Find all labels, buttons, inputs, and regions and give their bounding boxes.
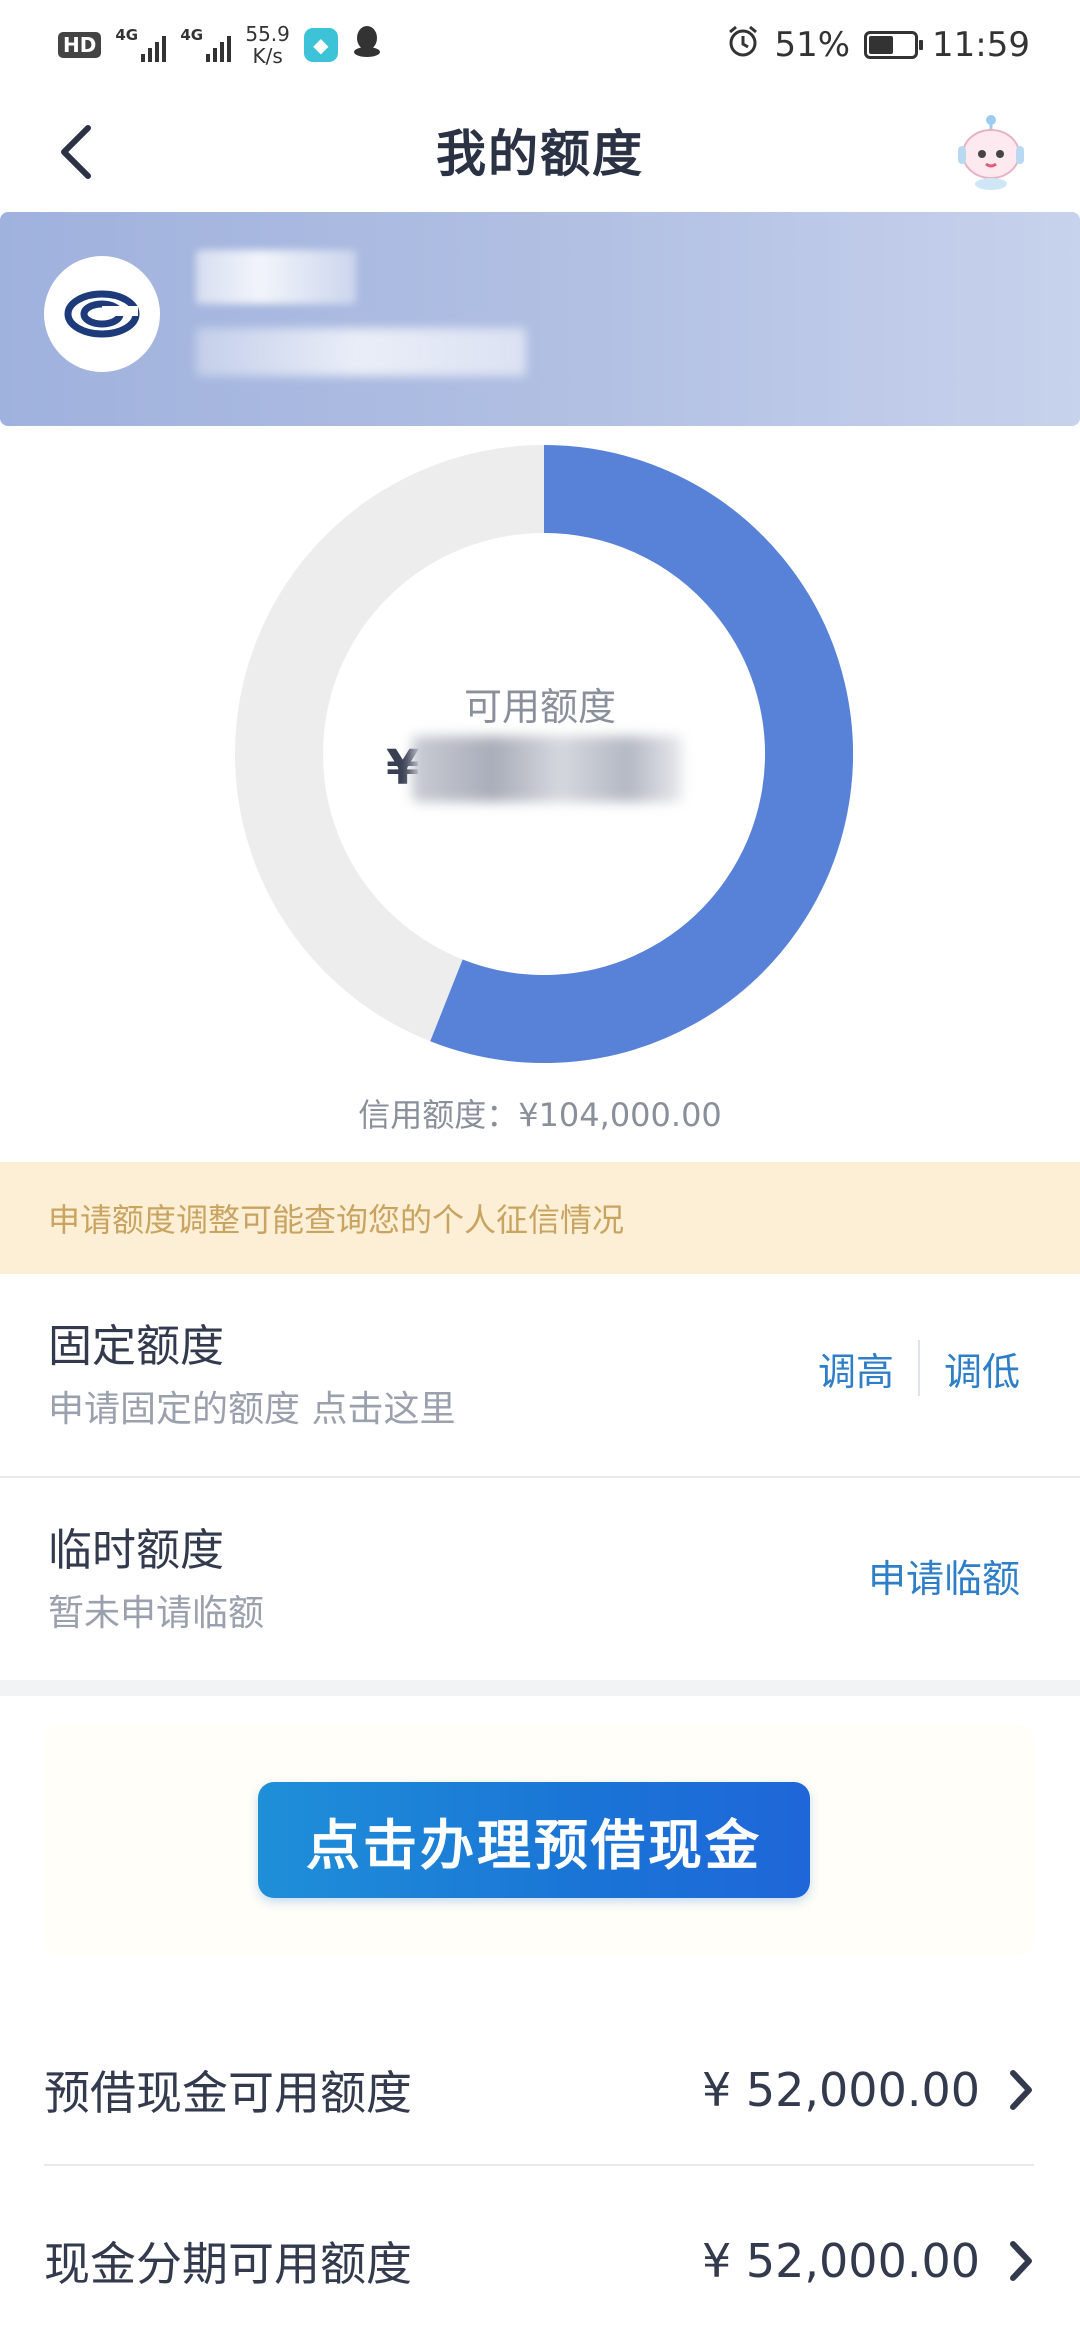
chevron-right-icon <box>1010 2070 1032 2110</box>
credit-check-notice: 申请额度调整可能查询您的个人征信情况 <box>0 1162 1080 1274</box>
increase-limit-button[interactable]: 调高 <box>818 1341 894 1396</box>
credit-limit-text: 信用额度：¥104,000.00 <box>358 1096 722 1134</box>
nav-header: 我的额度 <box>0 90 1080 210</box>
apply-temporary-limit-button[interactable]: 申请临额 <box>868 1548 1020 1603</box>
assistant-mascot-icon[interactable] <box>950 110 1032 192</box>
cardholder-name-redacted <box>196 250 356 304</box>
back-arrow-icon <box>61 125 91 179</box>
list-item[interactable]: 预借现金可用额度 ¥ 52,000.00 <box>44 2016 1034 2166</box>
hd-badge: HD <box>58 32 102 58</box>
chevron-right-icon <box>1010 2241 1032 2281</box>
credit-donut: 可用额度 ¥ 信用额度：¥104,000.00 <box>0 430 1080 1170</box>
alarm-icon <box>726 24 760 67</box>
available-amount-redacted <box>412 736 682 802</box>
speed-value: 55.9 <box>245 22 290 46</box>
status-bar: HD 4G 4G 55.9 K/s ◆ 51% 11:59 <box>0 0 1080 90</box>
list-item-label: 现金分期可用额度 <box>44 2237 412 2291</box>
network-type: 4G <box>180 26 204 44</box>
list-item[interactable]: 现金分期可用额度 ¥ 52,000.00 <box>44 2186 1034 2336</box>
section-divider <box>0 1680 1080 1696</box>
shield-app-icon: ◆ <box>303 28 338 62</box>
status-left: HD 4G 4G 55.9 K/s ◆ <box>58 23 382 67</box>
available-amount: ¥ <box>386 728 696 808</box>
card-number-redacted <box>196 328 526 376</box>
card-banner[interactable] <box>0 212 1080 426</box>
temporary-limit-row[interactable]: 临时额度 暂未申请临额 申请临额 <box>0 1514 1080 1682</box>
signal-icon: 4G <box>180 26 232 62</box>
list-item-value: ¥ 52,000.00 <box>702 2063 980 2117</box>
page-title: 我的额度 <box>436 125 644 183</box>
clock: 11:59 <box>932 25 1030 65</box>
list-item-value-group: ¥ 52,000.00 <box>702 2063 1034 2117</box>
battery-icon <box>864 31 924 59</box>
action-divider <box>917 1340 920 1396</box>
speed-unit: K/s <box>252 44 283 68</box>
network-type: 4G <box>115 26 139 44</box>
back-button[interactable] <box>36 112 116 192</box>
temporary-limit-actions: 申请临额 <box>868 1548 1020 1603</box>
status-right: 51% 11:59 <box>726 24 1030 67</box>
bank-logo-icon <box>44 256 160 372</box>
list-item-label: 预借现金可用额度 <box>44 2066 412 2120</box>
fixed-limit-row[interactable]: 固定额度 申请固定的额度 点击这里 调高 调低 <box>0 1310 1080 1478</box>
available-label: 可用额度 <box>463 685 616 729</box>
battery-percent: 51% <box>774 25 851 65</box>
cash-advance-button[interactable]: 点击办理预借现金 <box>258 1782 810 1898</box>
qq-penguin-icon <box>352 24 382 66</box>
signal-icon: 4G <box>115 26 167 62</box>
decrease-limit-button[interactable]: 调低 <box>944 1341 1020 1396</box>
fixed-limit-actions: 调高 调低 <box>818 1340 1020 1396</box>
network-speed: 55.9 K/s <box>245 23 290 67</box>
